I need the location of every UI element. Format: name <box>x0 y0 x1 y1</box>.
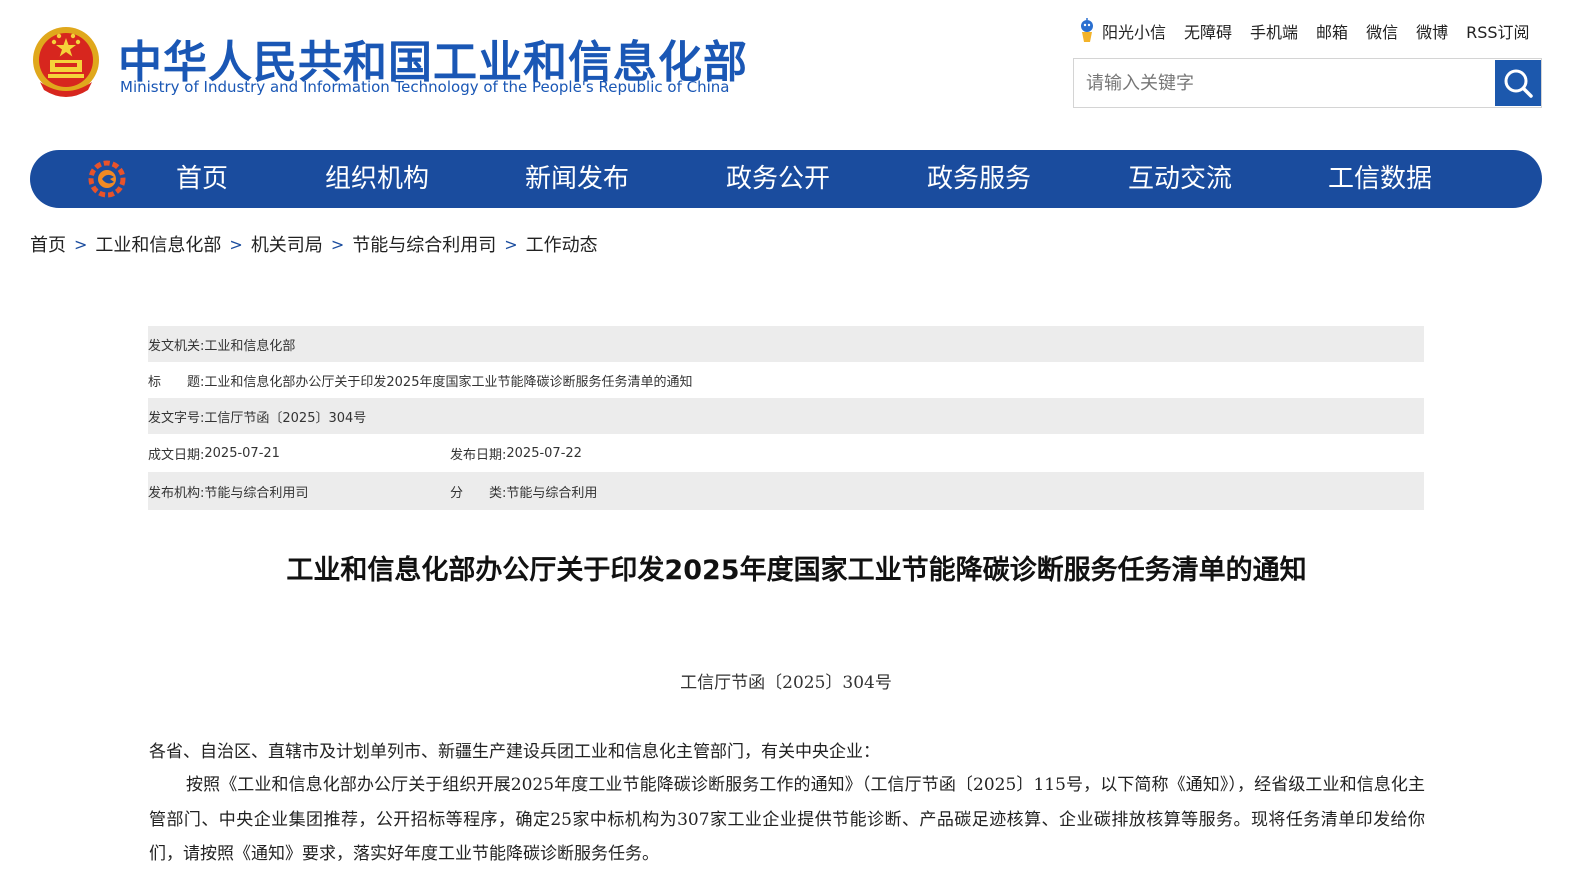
nav-item-government-affairs[interactable]: 政务公开 <box>726 150 830 208</box>
toplink-weibo[interactable]: 微博 <box>1416 19 1448 43</box>
site-header: 中华人民共和国工业和信息化部 Ministry of Industry and … <box>0 0 1593 140</box>
meta-doc-number-label: 发文字号: <box>148 410 205 426</box>
article-doc-number: 工信厅节函〔2025〕304号 <box>680 673 892 693</box>
meta-publisher-label: 发布机构: <box>148 485 205 501</box>
top-links: 阳光小信 无障碍 手机端 邮箱 微信 微博 RSS订阅 <box>1076 18 1530 44</box>
main-nav: 首页 组织机构 新闻发布 政务公开 政务服务 互动交流 工信数据 <box>30 150 1542 208</box>
meta-row-dates: 成文日期: 2025-07-21 发布日期: 2025-07-22 <box>148 434 1424 472</box>
meta-publish-date-cell: 发布日期: 2025-07-22 <box>450 444 582 463</box>
toplink-mailbox[interactable]: 邮箱 <box>1316 19 1348 43</box>
breadcrumb-ministry[interactable]: 工业和信息化部 <box>95 231 221 257</box>
search-input[interactable] <box>1074 59 1494 107</box>
meta-row-issuer: 发文机关: 工业和信息化部 <box>148 326 1424 362</box>
breadcrumb-departments[interactable]: 机关司局 <box>251 231 323 257</box>
toplink-accessibility[interactable]: 无障碍 <box>1184 19 1232 43</box>
meta-row-publisher: 发布机构: 节能与综合利用司 分 类: 节能与综合利用 <box>148 472 1424 510</box>
breadcrumb-home[interactable]: 首页 <box>30 231 66 257</box>
national-emblem-icon[interactable] <box>30 24 102 100</box>
article-salutation: 各省、自治区、直辖市及计划单列市、新疆生产建设兵团工业和信息化主管部门，有关中央… <box>149 742 880 762</box>
breadcrumb-work-news[interactable]: 工作动态 <box>526 231 598 257</box>
breadcrumb-separator: > <box>504 234 518 254</box>
meta-publisher-cell: 发布机构: 节能与综合利用司 <box>148 482 450 501</box>
toplink-rss[interactable]: RSS订阅 <box>1466 19 1529 43</box>
meta-category-cell: 分 类: 节能与综合利用 <box>450 482 597 501</box>
meta-title-value: 工业和信息化部办公厅关于印发2025年度国家工业节能降碳诊断服务任务清单的通知 <box>204 374 693 390</box>
meta-written-date-label: 成文日期: <box>148 447 205 463</box>
nav-item-government-services[interactable]: 政务服务 <box>927 150 1031 208</box>
nav-item-organization[interactable]: 组织机构 <box>325 150 429 208</box>
article-paragraph: 按照《工业和信息化部办公厅关于组织开展2025年度工业节能降碳诊断服务工作的通知… <box>149 775 1425 864</box>
search-button[interactable] <box>1495 60 1541 106</box>
article-title: 工业和信息化部办公厅关于印发2025年度国家工业节能降碳诊断服务任务清单的通知 <box>286 555 1307 586</box>
toplink-mobile[interactable]: 手机端 <box>1250 19 1298 43</box>
nav-item-home[interactable]: 首页 <box>176 150 228 208</box>
meta-publish-date-value: 2025-07-22 <box>506 445 582 461</box>
meta-row-title: 标 题: 工业和信息化部办公厅关于印发2025年度国家工业节能降碳诊断服务任务清… <box>148 362 1424 398</box>
breadcrumb: 首页 > 工业和信息化部 > 机关司局 > 节能与综合利用司 > 工作动态 <box>30 230 598 258</box>
breadcrumb-energy-department[interactable]: 节能与综合利用司 <box>352 231 496 257</box>
meta-issuer-value: 工业和信息化部 <box>204 338 296 354</box>
meta-category-value: 节能与综合利用 <box>506 485 598 501</box>
meta-issuer-label: 发文机关: <box>148 338 205 354</box>
sunshine-mascot-icon[interactable] <box>1076 18 1098 44</box>
toplink-wechat[interactable]: 微信 <box>1366 19 1398 43</box>
meta-written-date-value: 2025-07-21 <box>204 445 280 461</box>
meta-publisher-value: 节能与综合利用司 <box>204 485 309 501</box>
breadcrumb-separator: > <box>74 234 88 254</box>
nav-item-data[interactable]: 工信数据 <box>1328 150 1432 208</box>
meta-category-label: 分 类: <box>450 485 507 501</box>
meta-doc-number-value: 工信厅节函〔2025〕304号 <box>204 410 367 426</box>
meta-row-doc-number: 发文字号: 工信厅节函〔2025〕304号 <box>148 398 1424 434</box>
breadcrumb-separator: > <box>330 234 345 254</box>
site-subtitle: Ministry of Industry and Information Tec… <box>120 78 730 96</box>
breadcrumb-separator: > <box>229 234 243 254</box>
toplink-sunshine[interactable]: 阳光小信 <box>1102 19 1166 43</box>
meta-title-label: 标 题: <box>148 374 205 390</box>
nav-item-news[interactable]: 新闻发布 <box>525 150 629 208</box>
nav-item-interaction[interactable]: 互动交流 <box>1128 150 1232 208</box>
search-box <box>1073 58 1542 108</box>
meta-written-date-cell: 成文日期: 2025-07-21 <box>148 444 450 463</box>
miit-logo-icon[interactable] <box>88 160 128 198</box>
document-metadata: 发文机关: 工业和信息化部 标 题: 工业和信息化部办公厅关于印发2025年度国… <box>148 326 1424 510</box>
search-icon <box>1504 69 1533 98</box>
meta-publish-date-label: 发布日期: <box>450 447 507 463</box>
